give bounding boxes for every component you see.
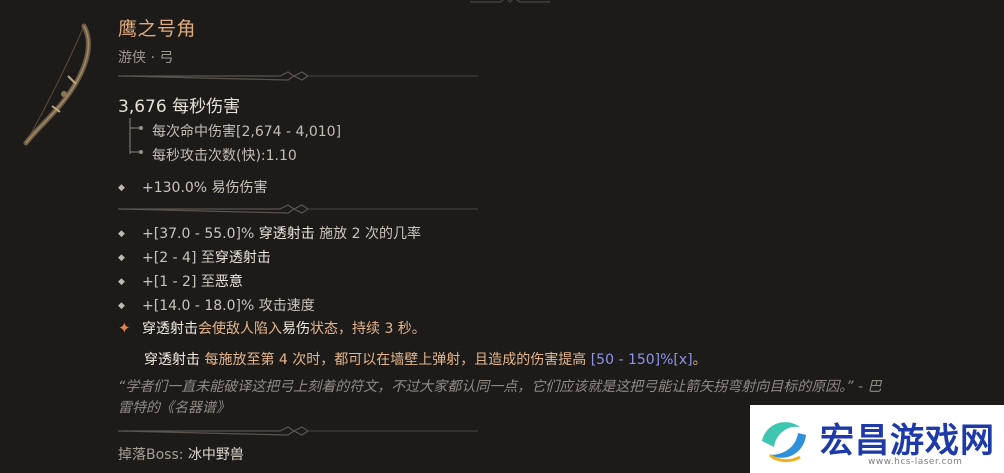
watermark-logo-icon bbox=[762, 422, 806, 463]
legendary-text: 会使敌人陷入 bbox=[198, 321, 282, 337]
item-tooltip: 鹰之号角 游侠 · 弓 3,676 每秒伤害 每次命中伤害[2,674 - 4,… bbox=[118, 0, 988, 473]
affix-suffix: 施放 2 次的几率 bbox=[314, 226, 421, 242]
legendary-text: 每施放至第 4 次时，都可以在墙壁上弹射，且造成的伤害提高 bbox=[200, 352, 591, 368]
legendary-range: [50 - 150]%[x] bbox=[590, 352, 693, 368]
diamond-bullet-icon: ◆ bbox=[118, 277, 125, 287]
affix-row: ◆ +[1 - 2] 至恶意 bbox=[118, 271, 243, 291]
affix-keyword: 穿透射击 bbox=[214, 250, 271, 266]
item-type: 游侠 · 弓 bbox=[118, 50, 174, 66]
divider-ornament-icon bbox=[118, 71, 478, 81]
legendary-star-icon: ✦ bbox=[118, 319, 131, 337]
stat-tree-lines bbox=[129, 118, 143, 154]
item-name: 鹰之号角 bbox=[118, 18, 197, 40]
watermark-url: www.hcs-laser.com bbox=[868, 457, 963, 467]
affix-row: ◆ +[37.0 - 55.0]% 穿透射击 施放 2 次的几率 bbox=[118, 223, 421, 243]
implicit-affix: ◆ +130.0% 易伤伤害 bbox=[118, 177, 268, 197]
affix-row: ◆ +[14.0 - 18.0]% 攻击速度 bbox=[118, 295, 315, 315]
affix-prefix: +[14.0 - 18.0]% 攻击速度 bbox=[142, 298, 315, 314]
legendary-keyword: 穿透射击 bbox=[144, 352, 200, 368]
legendary-text: 。 bbox=[692, 352, 707, 368]
diamond-bullet-icon: ◆ bbox=[118, 229, 125, 239]
bow-icon bbox=[12, 18, 97, 153]
legendary-keyword: 易伤 bbox=[282, 321, 310, 337]
diamond-bullet-icon: ◆ bbox=[118, 301, 125, 311]
watermark: 宏昌游戏网 www.hcs-laser.com bbox=[750, 405, 1004, 473]
affix-prefix: +[2 - 4] 至 bbox=[142, 250, 215, 266]
divider-ornament-icon bbox=[118, 426, 478, 436]
drop-source: 掉落Boss: 冰中野兽 bbox=[118, 444, 244, 464]
watermark-title: 宏昌游戏网 bbox=[820, 421, 995, 461]
diamond-bullet-icon: ◆ bbox=[118, 183, 125, 193]
legendary-extra: 穿透射击 每施放至第 4 次时，都可以在墙壁上弹射，且造成的伤害提高 [50 -… bbox=[144, 349, 707, 369]
affix-keyword: 穿透射击 bbox=[258, 226, 315, 242]
affix-keyword: 恶意 bbox=[214, 274, 243, 290]
drop-label: 掉落Boss: bbox=[118, 447, 188, 463]
diamond-bullet-icon: ◆ bbox=[118, 253, 125, 263]
implicit-text: +130.0% 易伤伤害 bbox=[142, 180, 268, 196]
legendary-text: 状态，持续 3 秒。 bbox=[310, 321, 426, 337]
affix-row: ◆ +[2 - 4] 至穿透射击 bbox=[118, 247, 271, 267]
affix-prefix: +[1 - 2] 至 bbox=[142, 274, 215, 290]
attacks-per-second: 每秒攻击次数(快):1.10 bbox=[152, 148, 297, 164]
affix-prefix: +[37.0 - 55.0]% bbox=[142, 226, 259, 242]
legendary-power: ✦ 穿透射击会使敌人陷入易伤状态，持续 3 秒。 bbox=[118, 318, 426, 338]
damage-per-hit: 每次命中伤害[2,674 - 4,010] bbox=[152, 124, 342, 140]
dps-value: 3,676 每秒伤害 bbox=[118, 97, 241, 117]
drop-boss: 冰中野兽 bbox=[187, 447, 244, 463]
divider-ornament-icon bbox=[118, 204, 478, 214]
legendary-keyword: 穿透射击 bbox=[142, 321, 198, 337]
